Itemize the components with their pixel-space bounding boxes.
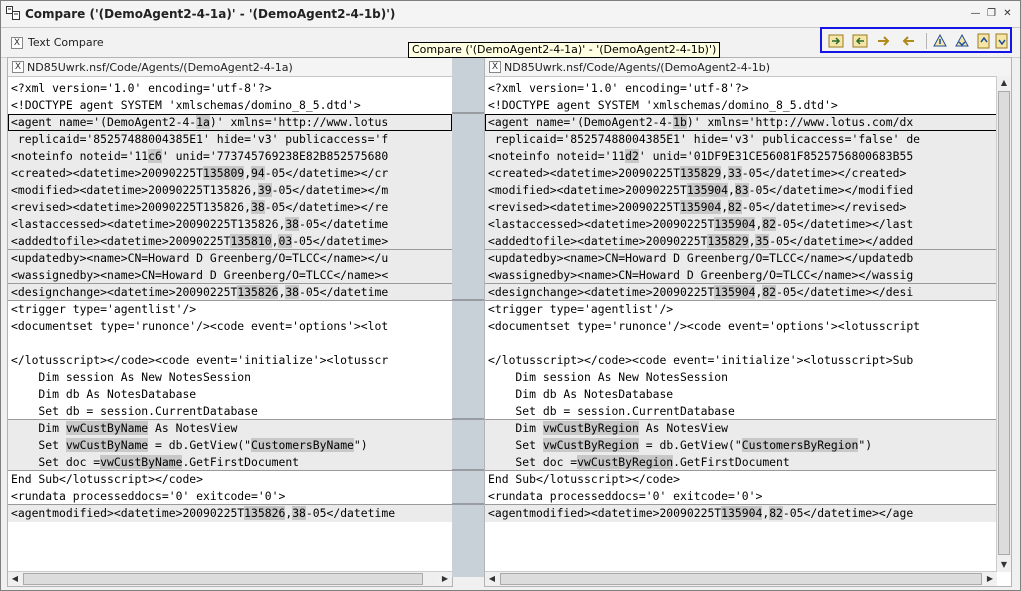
code-line: Set db = session.CurrentDatabase <box>485 403 997 420</box>
code-line: <documentset type='runonce'/><code event… <box>11 319 389 333</box>
code-line: Set db = session.CurrentDatabase <box>8 403 452 420</box>
scroll-up-icon[interactable]: ▲ <box>997 76 1011 90</box>
left-pane-header: X ND85Uwrk.nsf/Code/Agents/(DemoAgent2-4… <box>8 58 452 77</box>
copy-all-left-icon[interactable] <box>900 33 916 49</box>
previous-change-icon[interactable] <box>932 33 948 49</box>
code-line: Dim vwCustByName As NotesView <box>8 420 452 437</box>
scroll-right-icon[interactable]: ▶ <box>983 572 997 586</box>
close-icon[interactable]: ✕ <box>1001 8 1014 20</box>
code-line: </lotusscript></code><code event='initia… <box>488 353 914 367</box>
code-line: <lastaccessed><datetime>20090225T135904,… <box>485 216 997 233</box>
last-change-icon[interactable] <box>994 33 1010 49</box>
title-bar: Compare ('(DemoAgent2-4-1a)' - '(DemoAge… <box>1 1 1020 28</box>
code-line: Set doc =vwCustByRegion.GetFirstDocument <box>485 454 997 471</box>
copy-right-icon[interactable] <box>828 33 844 49</box>
compare-icon <box>6 6 20 20</box>
code-line: Set vwCustByRegion = db.GetView("Custome… <box>485 437 997 454</box>
code-line: <modified><datetime>20090225T135904,83-0… <box>485 182 997 199</box>
code-line: End Sub</lotusscript></code> <box>11 472 204 486</box>
window-controls: — ❐ ✕ <box>969 8 1014 20</box>
code-line: <updatedby><name>CN=Howard D Greenberg/O… <box>485 250 997 267</box>
code-line: <noteinfo noteid='11d2' unid='01DF9E31CE… <box>485 148 997 165</box>
diff-gutter <box>452 57 484 577</box>
code-line: <trigger type='agentlist'/> <box>11 302 197 316</box>
code-line: <created><datetime>20090225T135829,33-05… <box>485 165 997 182</box>
right-pane-close-icon[interactable]: X <box>489 61 501 73</box>
code-line: <trigger type='agentlist'/> <box>488 302 674 316</box>
code-line: <!DOCTYPE agent SYSTEM 'xmlschemas/domin… <box>11 98 361 112</box>
code-line: <designchange><datetime>20090225T135826,… <box>8 284 452 301</box>
code-line: <addedtofile><datetime>20090225T135829,3… <box>485 233 997 250</box>
code-line: Dim vwCustByRegion As NotesView <box>485 420 997 437</box>
right-scroll-thumb[interactable] <box>998 91 1010 555</box>
navigation-toolbar <box>820 27 1012 53</box>
left-pane-path: ND85Uwrk.nsf/Code/Agents/(DemoAgent2-4-1… <box>27 61 293 74</box>
right-pane: X ND85Uwrk.nsf/Code/Agents/(DemoAgent2-4… <box>484 57 1012 587</box>
first-change-icon[interactable] <box>976 33 992 49</box>
code-line: </lotusscript></code><code event='initia… <box>11 353 389 367</box>
code-line: <lastaccessed><datetime>20090225T135826,… <box>8 216 452 233</box>
left-pane-close-icon[interactable]: X <box>12 61 24 73</box>
right-pane-path: ND85Uwrk.nsf/Code/Agents/(DemoAgent2-4-1… <box>504 61 771 74</box>
left-scroll-thumb[interactable] <box>23 573 423 585</box>
code-line: End Sub</lotusscript></code> <box>488 472 681 486</box>
tab-close-icon[interactable]: X <box>11 37 23 49</box>
code-line: <rundata processeddocs='0' exitcode='0'> <box>485 488 997 505</box>
code-line: <agentmodified><datetime>20090225T135826… <box>8 505 452 522</box>
code-line: <?xml version='1.0' encoding='utf-8'?> <box>488 81 749 95</box>
right-horizontal-scrollbar[interactable]: ◀ ▶ <box>485 571 997 586</box>
code-line: <agent name='(DemoAgent2-4-1b)' xmlns='h… <box>485 114 997 131</box>
code-line: <modified><datetime>20090225T135826,39-0… <box>8 182 452 199</box>
tab-text-compare[interactable]: Text Compare <box>28 36 104 49</box>
code-line: <agentmodified><datetime>20090225T135904… <box>485 505 997 522</box>
code-line: <?xml version='1.0' encoding='utf-8'?> <box>11 81 272 95</box>
scroll-down-icon[interactable]: ▼ <box>997 558 1011 572</box>
left-pane: X ND85Uwrk.nsf/Code/Agents/(DemoAgent2-4… <box>7 57 453 587</box>
scroll-left-icon[interactable]: ◀ <box>8 572 22 586</box>
window-title: Compare ('(DemoAgent2-4-1a)' - '(DemoAge… <box>25 7 396 21</box>
code-line: <wassignedby><name>CN=Howard D Greenberg… <box>8 267 452 284</box>
left-horizontal-scrollbar[interactable]: ◀ ▶ <box>8 571 452 586</box>
scroll-left-icon[interactable]: ◀ <box>485 572 499 586</box>
code-line: <documentset type='runonce'/><code event… <box>488 319 921 333</box>
copy-all-right-icon[interactable] <box>876 33 892 49</box>
code-line: <updatedby><name>CN=Howard D Greenberg/O… <box>8 250 452 267</box>
tooltip: Compare ('(DemoAgent2-4-1a)' - '(DemoAge… <box>408 42 721 58</box>
code-line: <rundata processeddocs='0' exitcode='0'> <box>8 488 452 505</box>
restore-icon[interactable]: ❐ <box>985 8 998 20</box>
compare-window: Compare ('(DemoAgent2-4-1a)' - '(DemoAge… <box>0 0 1021 591</box>
code-line: <revised><datetime>20090225T135826,38-05… <box>8 199 452 216</box>
code-line: Dim session As New NotesSession <box>488 370 729 384</box>
copy-left-icon[interactable] <box>852 33 868 49</box>
code-line: Dim session As New NotesSession <box>11 370 252 384</box>
scroll-right-icon[interactable]: ▶ <box>438 572 452 586</box>
code-line: <noteinfo noteid='11c6' unid='7737457692… <box>8 148 452 165</box>
right-pane-header: X ND85Uwrk.nsf/Code/Agents/(DemoAgent2-4… <box>485 58 1011 77</box>
code-line: replicaid='85257488004385E1' hide='v3' p… <box>8 131 452 148</box>
minimize-icon[interactable]: — <box>969 8 982 20</box>
toolbar-separator <box>926 33 927 49</box>
code-line: <created><datetime>20090225T135809,94-05… <box>8 165 452 182</box>
code-line: <addedtofile><datetime>20090225T135810,0… <box>8 233 452 250</box>
code-line: <revised><datetime>20090225T135904,82-05… <box>485 199 997 216</box>
code-line: Dim db As NotesDatabase <box>11 387 197 401</box>
next-change-icon[interactable] <box>954 33 970 49</box>
code-line: Dim db As NotesDatabase <box>488 387 674 401</box>
code-line: Set vwCustByName = db.GetView("Customers… <box>8 437 452 454</box>
code-line: <!DOCTYPE agent SYSTEM 'xmlschemas/domin… <box>488 98 838 112</box>
code-line: <designchange><datetime>20090225T135904,… <box>485 284 997 301</box>
code-line: <wassignedby><name>CN=Howard D Greenberg… <box>485 267 997 284</box>
right-scroll-thumb-h[interactable] <box>500 573 982 585</box>
code-line: replicaid='85257488004385E1' hide='v3' p… <box>485 131 997 148</box>
code-line: <agent name='(DemoAgent2-4-1a)' xmlns='h… <box>8 114 452 131</box>
right-vertical-scrollbar[interactable]: ▲ ▼ <box>996 76 1011 572</box>
code-line: Set doc =vwCustByName.GetFirstDocument <box>8 454 452 471</box>
